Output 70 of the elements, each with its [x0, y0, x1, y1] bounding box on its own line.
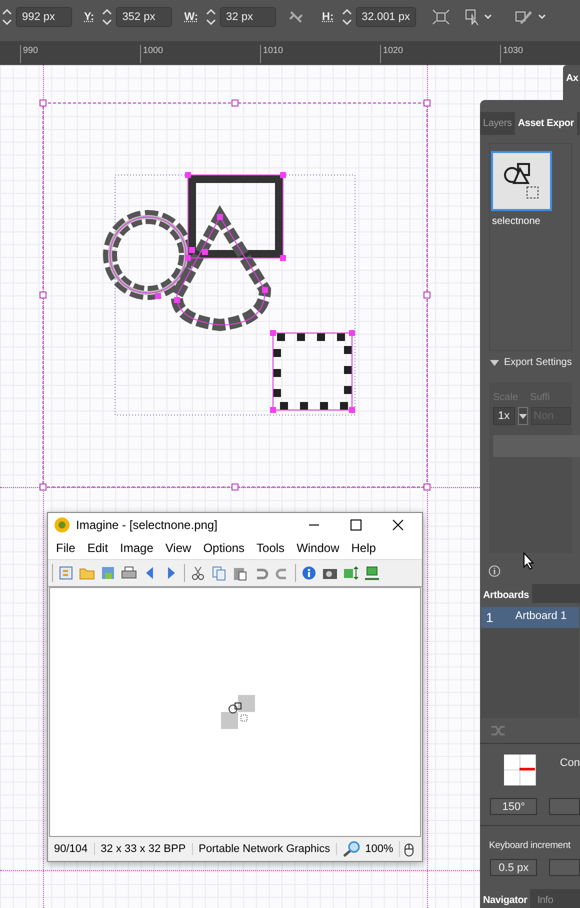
clipboard-icon[interactable]	[232, 565, 248, 581]
asset-thumbnail[interactable]	[491, 150, 552, 211]
field-label: Y:	[84, 11, 94, 23]
ruler-label: 1010	[260, 45, 284, 63]
increment-button[interactable]: 0.5 px	[490, 859, 538, 876]
field-label: W:	[184, 11, 198, 23]
panel-tab[interactable]: Ax	[563, 65, 580, 101]
save-icon[interactable]	[100, 565, 116, 581]
printer-icon[interactable]	[121, 565, 137, 581]
panel-tab[interactable]: Layers	[480, 112, 515, 135]
shapes-icon	[502, 160, 542, 201]
ruler-label: 1000	[140, 45, 164, 63]
menu-item[interactable]: Edit	[81, 541, 114, 555]
dimension-field[interactable]: 32.001 px	[356, 7, 416, 27]
spinner-icon[interactable]	[2, 8, 12, 26]
ruler-label: 990	[20, 45, 38, 63]
menu-item[interactable]: File	[50, 541, 82, 555]
spinner-icon[interactable]	[102, 8, 112, 26]
field-label: H:	[322, 11, 334, 23]
magnifier-icon	[343, 841, 362, 857]
transform-each-icon[interactable]	[432, 9, 450, 25]
close-icon	[392, 519, 404, 531]
status-text: Portable Network Graphics	[198, 843, 330, 855]
spinner-icon[interactable]	[342, 8, 352, 26]
image-preview	[221, 695, 255, 729]
menu-item[interactable]: Options	[197, 541, 251, 555]
menu-item[interactable]: Window	[290, 541, 346, 555]
asset-name: selectnone	[492, 216, 540, 227]
artboard-row[interactable]: 1 Artboard 1	[481, 606, 579, 628]
pencil-shape-icon[interactable]	[514, 8, 548, 26]
menu-item[interactable]: Image	[114, 541, 160, 555]
copy-icon[interactable]	[211, 565, 227, 581]
status-text: 100%	[365, 843, 394, 855]
resize-icon[interactable]	[343, 565, 359, 581]
status-text: 32 x 33 x 32 BPP	[100, 843, 186, 855]
mouse-cursor-icon	[523, 552, 535, 570]
maximize-icon	[350, 519, 362, 531]
dimension-field[interactable]: 32 px	[220, 7, 276, 27]
constraints-label: Con	[560, 757, 580, 770]
select-shape-icon[interactable]	[464, 8, 494, 26]
dropdown-button[interactable]	[518, 407, 528, 426]
scissors-icon[interactable]	[190, 565, 206, 581]
info-icon[interactable]	[488, 565, 501, 578]
scale-dropdown[interactable]: 1x	[493, 407, 515, 426]
window-title: Imagine - [selectnone.png]	[76, 518, 218, 532]
constraint-widget[interactable]	[504, 752, 536, 788]
panel-tab[interactable]: Navigator	[480, 889, 530, 908]
export-settings-header[interactable]: Export Settings	[480, 351, 580, 374]
properties-icon[interactable]	[58, 565, 74, 581]
ruler-label: 1020	[380, 45, 404, 63]
menu-item[interactable]: Tools	[250, 541, 291, 555]
sunflower-icon	[54, 517, 70, 533]
menu-item[interactable]: Help	[345, 541, 382, 555]
angle-button[interactable]: 150°	[490, 798, 538, 816]
spinner-icon[interactable]	[206, 8, 216, 26]
section-title: Export Settings	[504, 357, 572, 368]
monitor-icon[interactable]	[364, 565, 380, 581]
panel-tab[interactable]: Info	[534, 889, 556, 908]
x-field[interactable]: 992 px	[16, 7, 72, 27]
ruler-label: 1030	[500, 45, 524, 63]
info-icon[interactable]	[301, 565, 317, 581]
caret-icon	[518, 414, 527, 419]
artboard-frame[interactable]	[39, 99, 431, 491]
keyboard-increment-label: Keyboard increment	[488, 839, 572, 852]
dimension-field[interactable]: 352 px	[116, 7, 172, 27]
mouse-icon	[404, 841, 414, 857]
panel-tab[interactable]: Asset Expor	[514, 112, 577, 135]
menu-item[interactable]: View	[159, 541, 198, 555]
status-text: 90/104	[54, 843, 88, 855]
panel-tab[interactable]: Artboards	[480, 584, 532, 603]
